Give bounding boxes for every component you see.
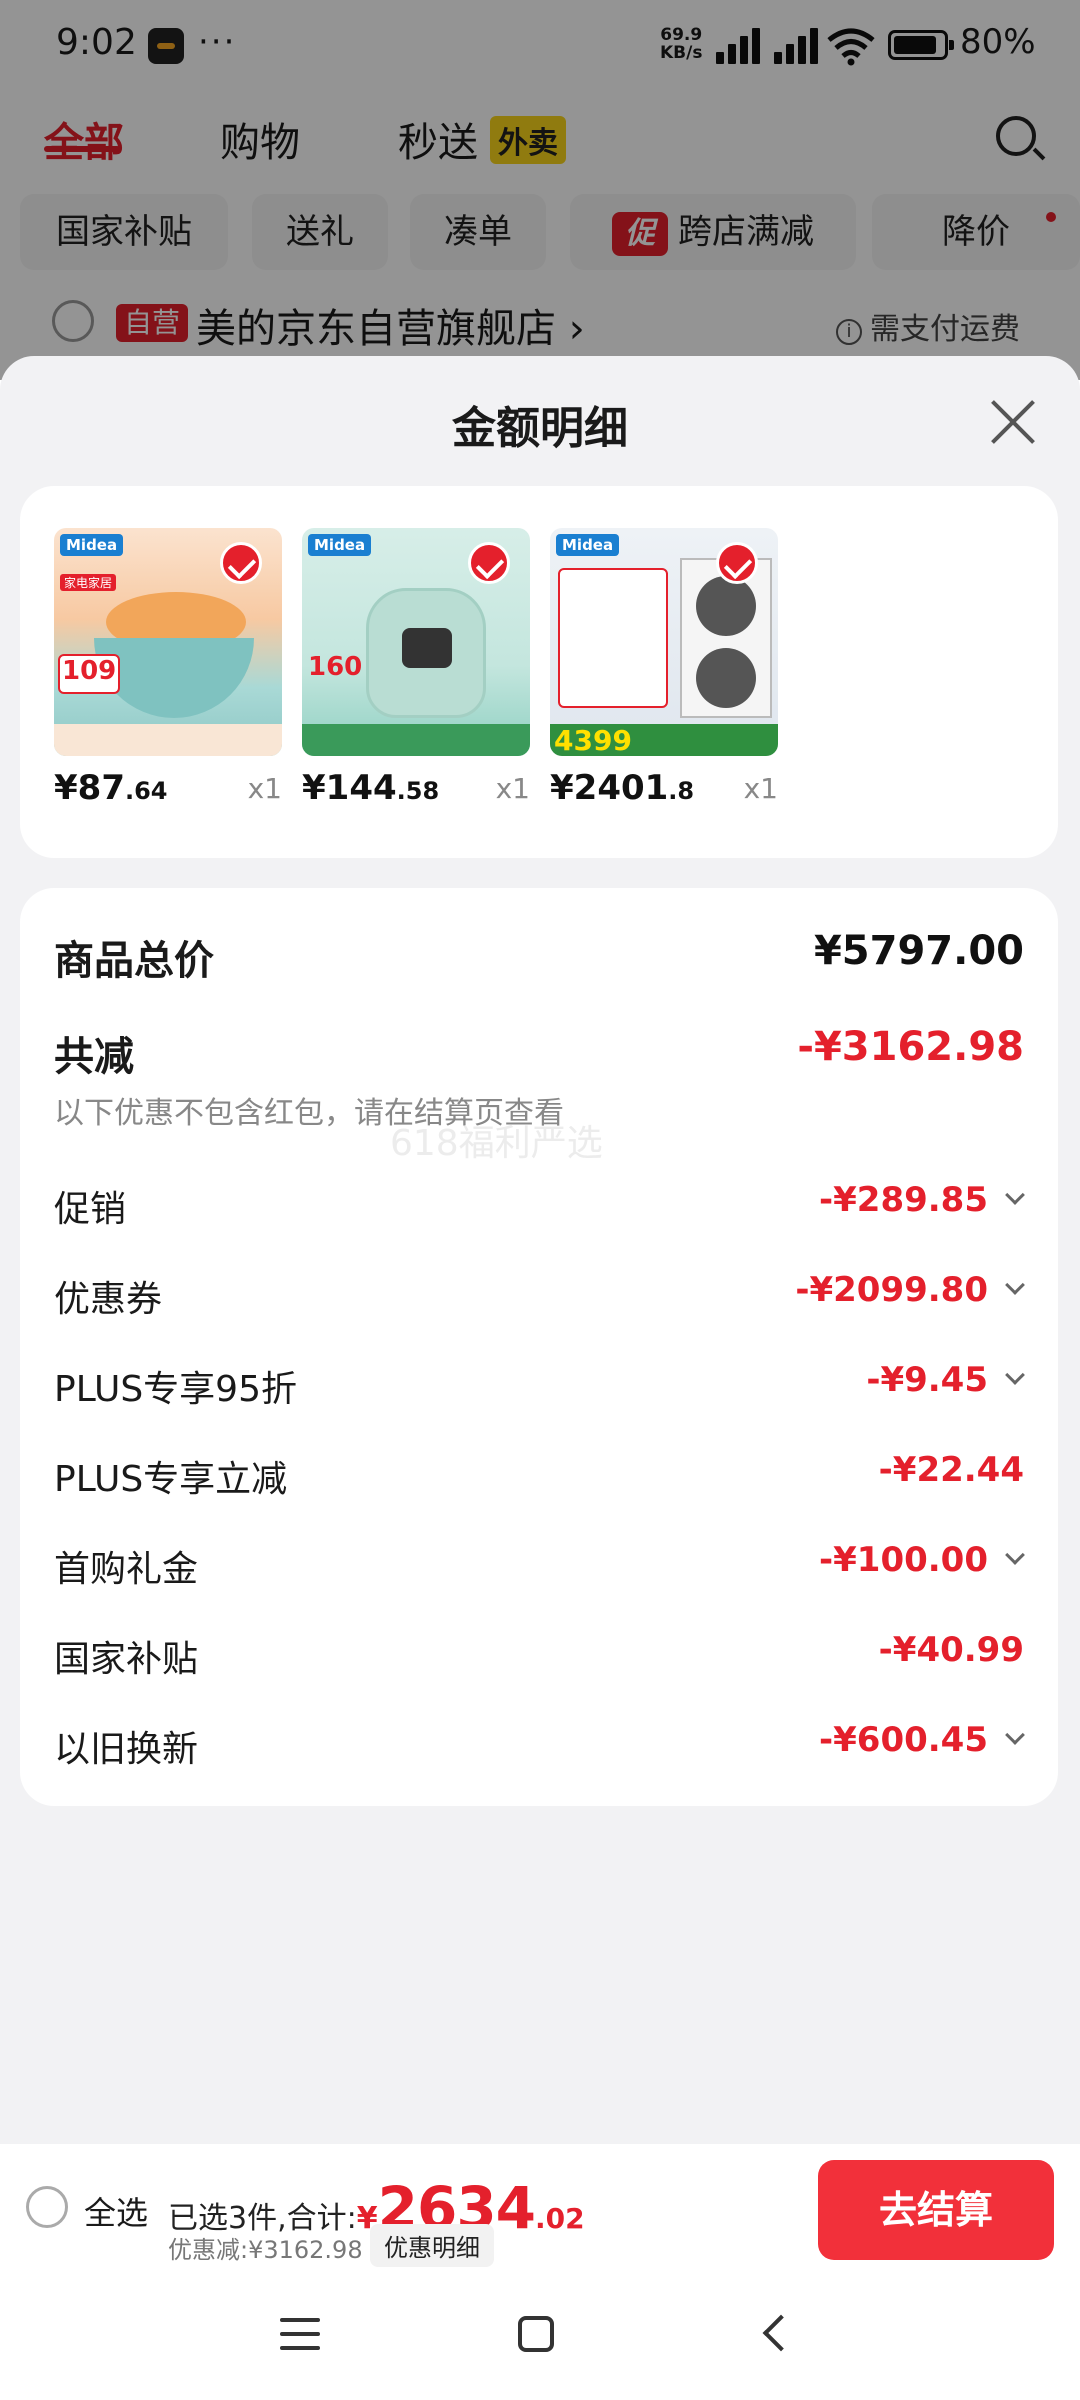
close-icon[interactable] [988, 398, 1038, 448]
checkmark-icon[interactable] [220, 542, 262, 584]
discount-label: 以旧换新 [54, 1729, 199, 1770]
discount-label: 首购礼金 [54, 1549, 199, 1590]
discount-value: -¥9.45 [866, 1360, 988, 1400]
product-art-price: 160 [308, 652, 363, 682]
product-item[interactable]: Midea 4399 ¥2401.8 x1 [550, 528, 778, 808]
amount-detail-card: 商品总价 ¥5797.00 共减 -¥3162.98 以下优惠不包含红包，请在结… [20, 888, 1058, 1806]
select-all-radio[interactable] [26, 2186, 68, 2228]
home-icon[interactable] [518, 2316, 554, 2352]
product-price: ¥87.64 [54, 768, 168, 808]
discount-label: PLUS专享立减 [54, 1459, 288, 1500]
discount-label: PLUS专享95折 [54, 1369, 297, 1410]
price-dec: .64 [124, 777, 168, 805]
product-art [302, 724, 530, 756]
watermark-text: 618福利严选 [390, 1123, 603, 1164]
chevron-down-icon [1005, 1185, 1025, 1205]
discount-value: -¥22.44 [878, 1450, 1024, 1490]
brand-logo: Midea [308, 534, 372, 556]
amount-detail-sheet: 金额明细 Midea 家电家居 109 ¥87.64 x1 Midea 160 … [0, 356, 1080, 2144]
discount-value: -¥289.85 [819, 1180, 988, 1220]
product-art [696, 648, 756, 708]
discount-label: 优惠券 [54, 1279, 163, 1320]
product-price: ¥144.58 [302, 768, 439, 808]
checkmark-icon[interactable] [716, 542, 758, 584]
product-art [54, 724, 282, 756]
total-reduction-value: -¥3162.98 [797, 1024, 1024, 1070]
total-price-label: 商品总价 [54, 938, 214, 984]
products-card: Midea 家电家居 109 ¥87.64 x1 Midea 160 ¥144.… [20, 486, 1058, 858]
product-art [696, 576, 756, 636]
product-art [402, 628, 452, 668]
menu-icon[interactable] [280, 2318, 320, 2352]
product-quantity: x1 [743, 772, 778, 805]
discount-value: -¥40.99 [878, 1630, 1024, 1670]
chevron-down-icon [1005, 1275, 1025, 1295]
total-reduction-label: 共减 [54, 1034, 134, 1080]
discount-row-plus-instant: PLUS专享立减 -¥22.44 [54, 1450, 1024, 1500]
price-dec: .8 [668, 777, 695, 805]
product-item[interactable]: Midea 家电家居 109 ¥87.64 x1 [54, 528, 282, 808]
discount-label: 促销 [54, 1189, 127, 1230]
total-price-value: ¥5797.00 [813, 928, 1024, 974]
chevron-down-icon [1005, 1365, 1025, 1385]
amount-decimal: .02 [535, 2202, 585, 2235]
discount-row-trade-in[interactable]: 以旧换新 -¥600.45 [54, 1720, 1025, 1770]
price-dec: .58 [396, 777, 440, 805]
discount-row-first-purchase[interactable]: 首购礼金 -¥100.00 [54, 1540, 1025, 1590]
select-all-label[interactable]: 全选 [84, 2188, 148, 2234]
brand-logo: Midea [60, 534, 124, 556]
product-price: ¥2401.8 [550, 768, 694, 808]
checkmark-icon[interactable] [468, 542, 510, 584]
sheet-title: 金额明细 [452, 403, 628, 454]
discount-value: -¥100.00 [819, 1540, 988, 1580]
discount-row-promotion[interactable]: 促销 -¥289.85 [54, 1180, 1025, 1230]
checkout-button[interactable]: 去结算 [818, 2160, 1054, 2260]
dim-overlay[interactable] [0, 0, 1080, 380]
product-art [558, 568, 668, 708]
product-art-price: 4399 [554, 724, 632, 756]
total-reduction-row: 共减 -¥3162.98 [54, 1024, 1024, 1080]
price-int: ¥87 [54, 768, 125, 808]
product-tag: 家电家居 [60, 574, 117, 591]
product-art-price: 109 [62, 656, 117, 686]
discount-row-coupon[interactable]: 优惠券 -¥2099.80 [54, 1270, 1025, 1320]
product-item[interactable]: Midea 160 ¥144.58 x1 [302, 528, 530, 808]
chevron-down-icon [1005, 1725, 1025, 1745]
discount-value: -¥600.45 [819, 1720, 988, 1760]
product-quantity: x1 [247, 772, 282, 805]
brand-logo: Midea [556, 534, 620, 556]
discount-detail-button[interactable]: 优惠明细 [370, 2224, 494, 2267]
system-nav-bar [0, 2274, 1080, 2400]
discount-label: 国家补贴 [54, 1639, 199, 1680]
discount-value: -¥2099.80 [795, 1270, 988, 1310]
checkout-bar: 全选 已选3件,合计:¥2634.02 优惠减:¥3162.98 优惠明细 去结… [0, 2144, 1080, 2274]
discount-row-plus-95[interactable]: PLUS专享95折 -¥9.45 [54, 1360, 1025, 1410]
product-quantity: x1 [495, 772, 530, 805]
back-icon[interactable] [762, 2314, 800, 2352]
chevron-down-icon [1005, 1545, 1025, 1565]
price-int: ¥2401 [550, 768, 669, 808]
total-price-row: 商品总价 ¥5797.00 [54, 928, 1024, 984]
discount-row-national-subsidy: 国家补贴 -¥40.99 [54, 1630, 1024, 1680]
price-int: ¥144 [302, 768, 397, 808]
discount-summary: 优惠减:¥3162.98 [168, 2236, 363, 2264]
